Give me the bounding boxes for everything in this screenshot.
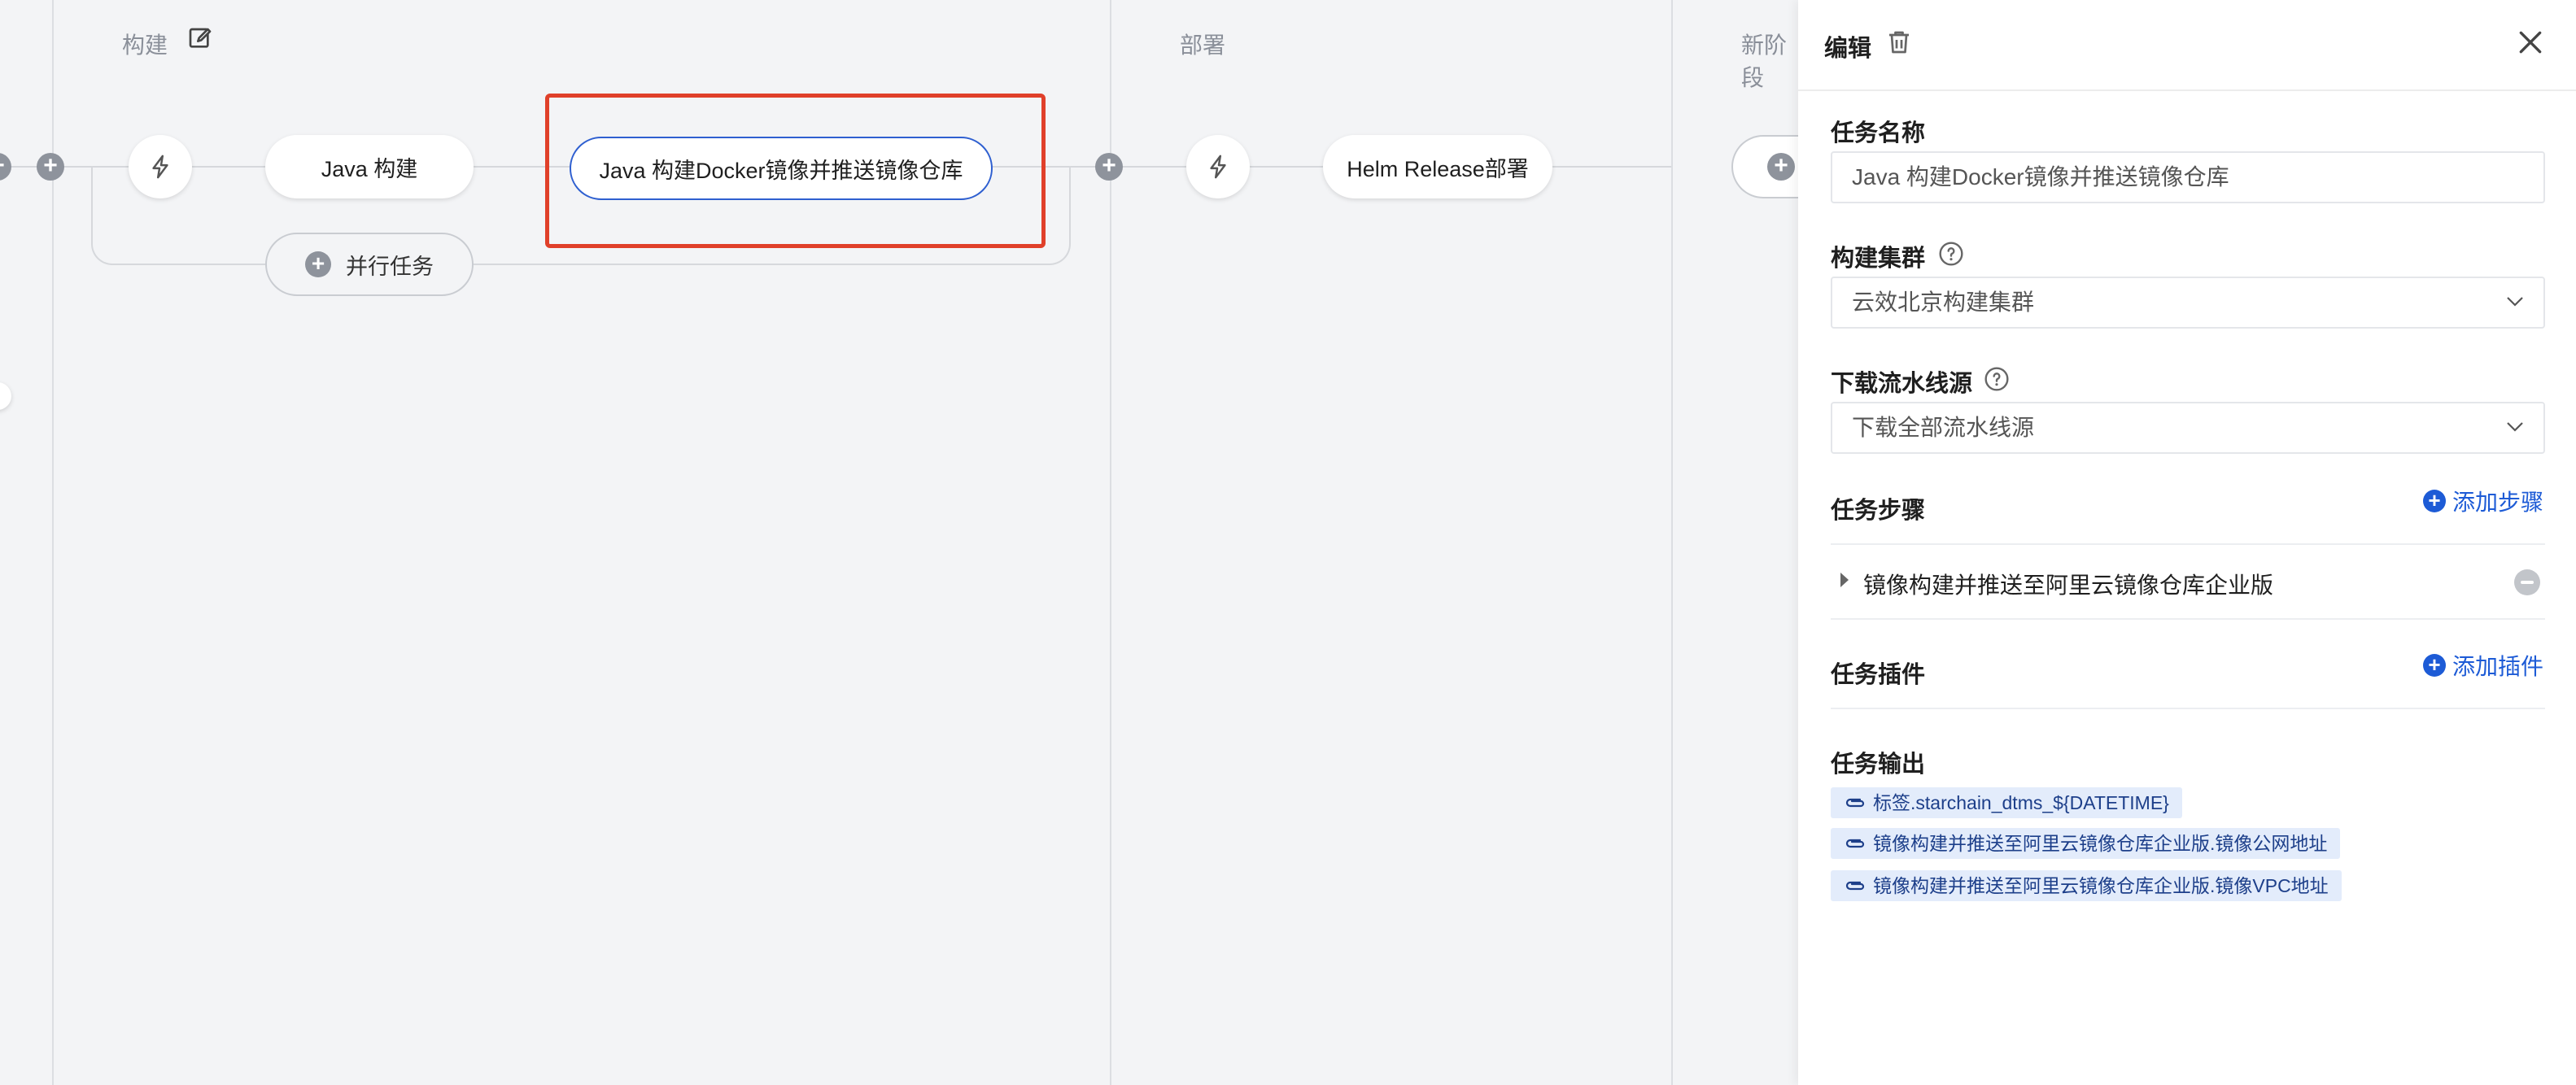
remove-step-icon[interactable] [2514, 569, 2540, 595]
expand-arrow-icon[interactable] [1840, 573, 1849, 587]
step-label: 镜像构建并推送至阿里云镜像仓库企业版 [1863, 573, 2274, 598]
output-tag-label: 镜像构建并推送至阿里云镜像仓库企业版.镜像公网地址 [1873, 833, 2328, 854]
plugins-label: 任务插件 [1831, 662, 1926, 688]
add-stage-plus-icon[interactable]: + [37, 153, 64, 181]
divider [1831, 618, 2545, 620]
add-plugin-label: 添加插件 [2452, 654, 2544, 679]
chevron-down-icon [2507, 297, 2523, 307]
divider [1831, 708, 2545, 709]
add-step-label: 添加步骤 [2452, 490, 2544, 515]
plus-icon: + [305, 251, 331, 277]
help-icon[interactable] [1938, 241, 1964, 267]
output-tag[interactable]: 标签.starchain_dtms_${DATETIME} [1831, 787, 2182, 818]
edit-stage-icon[interactable] [187, 26, 213, 52]
link-icon [1845, 881, 1865, 891]
task-helm-deploy[interactable]: Helm Release部署 [1323, 135, 1552, 198]
task-java-build[interactable]: Java 构建 [265, 135, 474, 198]
add-new-stage-button[interactable]: + [1731, 135, 1798, 198]
output-tag[interactable]: 镜像构建并推送至阿里云镜像仓库企业版.镜像VPC地址 [1831, 870, 2342, 901]
parallel-task-label: 并行任务 [346, 254, 434, 279]
lightning-icon [1210, 155, 1226, 179]
add-node-plus-icon[interactable]: + [0, 153, 11, 181]
edit-panel: 编辑 任务名称 Java 构建Docker镜像并推送镜像仓库 构建集群 云效北京… [1798, 0, 2576, 1085]
cluster-label: 构建集群 [1831, 246, 1926, 272]
task-name-input[interactable]: Java 构建Docker镜像并推送镜像仓库 [1831, 151, 2545, 203]
task-name-label: 任务名称 [1831, 120, 1926, 146]
edge-node [0, 382, 11, 410]
output-tag[interactable]: 镜像构建并推送至阿里云镜像仓库企业版.镜像公网地址 [1831, 828, 2341, 859]
plus-circle-icon: + [2423, 654, 2446, 677]
stage-divider [1671, 0, 1673, 1085]
lightning-icon [152, 155, 168, 179]
stage-title-new: 新阶段 [1741, 33, 1788, 90]
stage-title-build: 构建 [122, 33, 168, 58]
link-icon [1845, 798, 1865, 808]
outputs-label: 任务输出 [1831, 752, 1926, 778]
cluster-select[interactable]: 云效北京构建集群 [1831, 277, 2545, 329]
plus-circle-icon: + [2423, 490, 2446, 512]
panel-header: 编辑 [1798, 0, 2576, 91]
add-plugin-button[interactable]: + 添加插件 [2423, 649, 2543, 682]
panel-title: 编辑 [1824, 36, 1872, 62]
add-step-button[interactable]: + 添加步骤 [2423, 485, 2543, 517]
cluster-select-value: 云效北京构建集群 [1852, 290, 2035, 315]
selection-highlight [545, 94, 1046, 248]
parallel-task-button[interactable]: + 并行任务 [265, 233, 474, 296]
add-stage-plus-icon[interactable]: + [1095, 153, 1123, 181]
output-tag-label: 标签.starchain_dtms_${DATETIME} [1873, 792, 2169, 813]
source-select-value: 下载全部流水线源 [1852, 415, 2035, 440]
source-select[interactable]: 下载全部流水线源 [1831, 402, 2545, 454]
pipeline-canvas: 构建 部署 新阶段 + + Java 构建 Java 构建Docker镜像并推送… [0, 0, 1798, 1085]
steps-label: 任务步骤 [1831, 498, 1926, 524]
source-label: 下载流水线源 [1831, 371, 1973, 397]
stage-title-deploy: 部署 [1180, 33, 1226, 58]
output-tag-label: 镜像构建并推送至阿里云镜像仓库企业版.镜像VPC地址 [1873, 875, 2329, 896]
help-icon[interactable] [1984, 366, 2010, 392]
trash-icon[interactable] [1884, 28, 1914, 57]
trigger-node[interactable] [1186, 135, 1250, 198]
chevron-down-icon [2507, 422, 2523, 432]
plus-icon: + [1767, 153, 1795, 181]
close-icon[interactable] [2514, 26, 2547, 59]
link-icon [1845, 839, 1865, 848]
trigger-node[interactable] [129, 135, 192, 198]
step-row[interactable]: 镜像构建并推送至阿里云镜像仓库企业版 [1831, 545, 2545, 618]
